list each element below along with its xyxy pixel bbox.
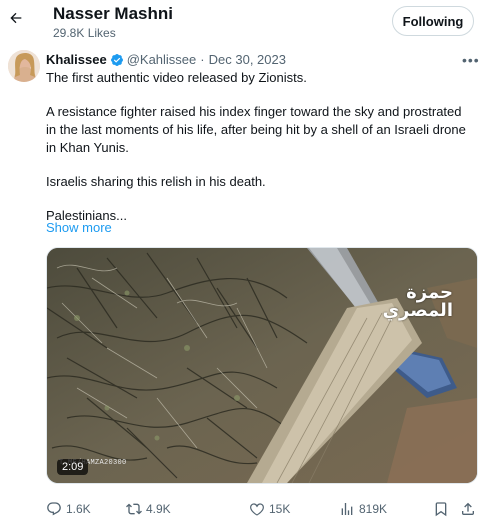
like-button[interactable]: 15K — [249, 498, 290, 520]
video-player[interactable]: حمزة المصري T.ME/HAMZA20300 2:09 — [46, 247, 478, 484]
reply-icon — [47, 502, 61, 516]
back-button[interactable] — [6, 6, 26, 30]
arrow-left-icon — [10, 12, 22, 24]
tweet-paragraph: The first authentic video released by Zi… — [46, 70, 307, 85]
more-options-button[interactable]: ••• — [462, 52, 480, 68]
tweet-text: The first authentic video released by Zi… — [46, 69, 474, 225]
repost-count: 4.9K — [146, 502, 171, 516]
share-button[interactable] — [460, 498, 476, 520]
profile-name: Nasser Mashni — [53, 4, 173, 23]
like-count: 15K — [269, 502, 291, 516]
view-count: 819K — [359, 502, 388, 516]
repost-icon — [126, 503, 142, 515]
bookmark-button[interactable] — [433, 498, 449, 520]
show-more-link[interactable]: Show more — [46, 220, 112, 235]
avatar[interactable] — [8, 50, 40, 82]
profile-header: Nasser Mashni 29.8K Likes Following — [0, 0, 488, 44]
tweet-paragraph: A resistance fighter raised his index fi… — [46, 104, 466, 155]
repost-button[interactable]: 4.9K — [126, 498, 171, 520]
tweet-paragraph: Israelis sharing this relish in his deat… — [46, 174, 266, 189]
views-bar-chart-icon — [341, 503, 353, 515]
video-duration: 2:09 — [57, 459, 89, 475]
tweet-actions: 1.6K 4.9K 15K 819K — [46, 498, 476, 520]
channel-watermark-logo: حمزة المصري — [383, 284, 453, 320]
heart-icon — [250, 503, 264, 516]
following-button[interactable]: Following — [392, 6, 474, 36]
tweet-meta: Khalissee @Kahlissee · Dec 30, 2023 — [46, 52, 286, 67]
avatar-image — [8, 50, 40, 82]
views-button[interactable]: 819K — [339, 498, 387, 520]
meta-separator: · — [200, 52, 205, 67]
likes-count: 29.8K Likes — [53, 26, 116, 40]
bookmark-icon — [435, 502, 447, 517]
watermark-logo-line: المصري — [382, 300, 453, 321]
author-handle[interactable]: @Kahlissee — [127, 52, 197, 67]
author-name[interactable]: Khalissee — [46, 52, 107, 67]
tweet-date[interactable]: Dec 30, 2023 — [209, 52, 286, 67]
reply-count: 1.6K — [66, 502, 91, 516]
reply-button[interactable]: 1.6K — [46, 498, 91, 520]
share-icon — [462, 502, 474, 515]
verified-badge-icon — [110, 53, 124, 67]
